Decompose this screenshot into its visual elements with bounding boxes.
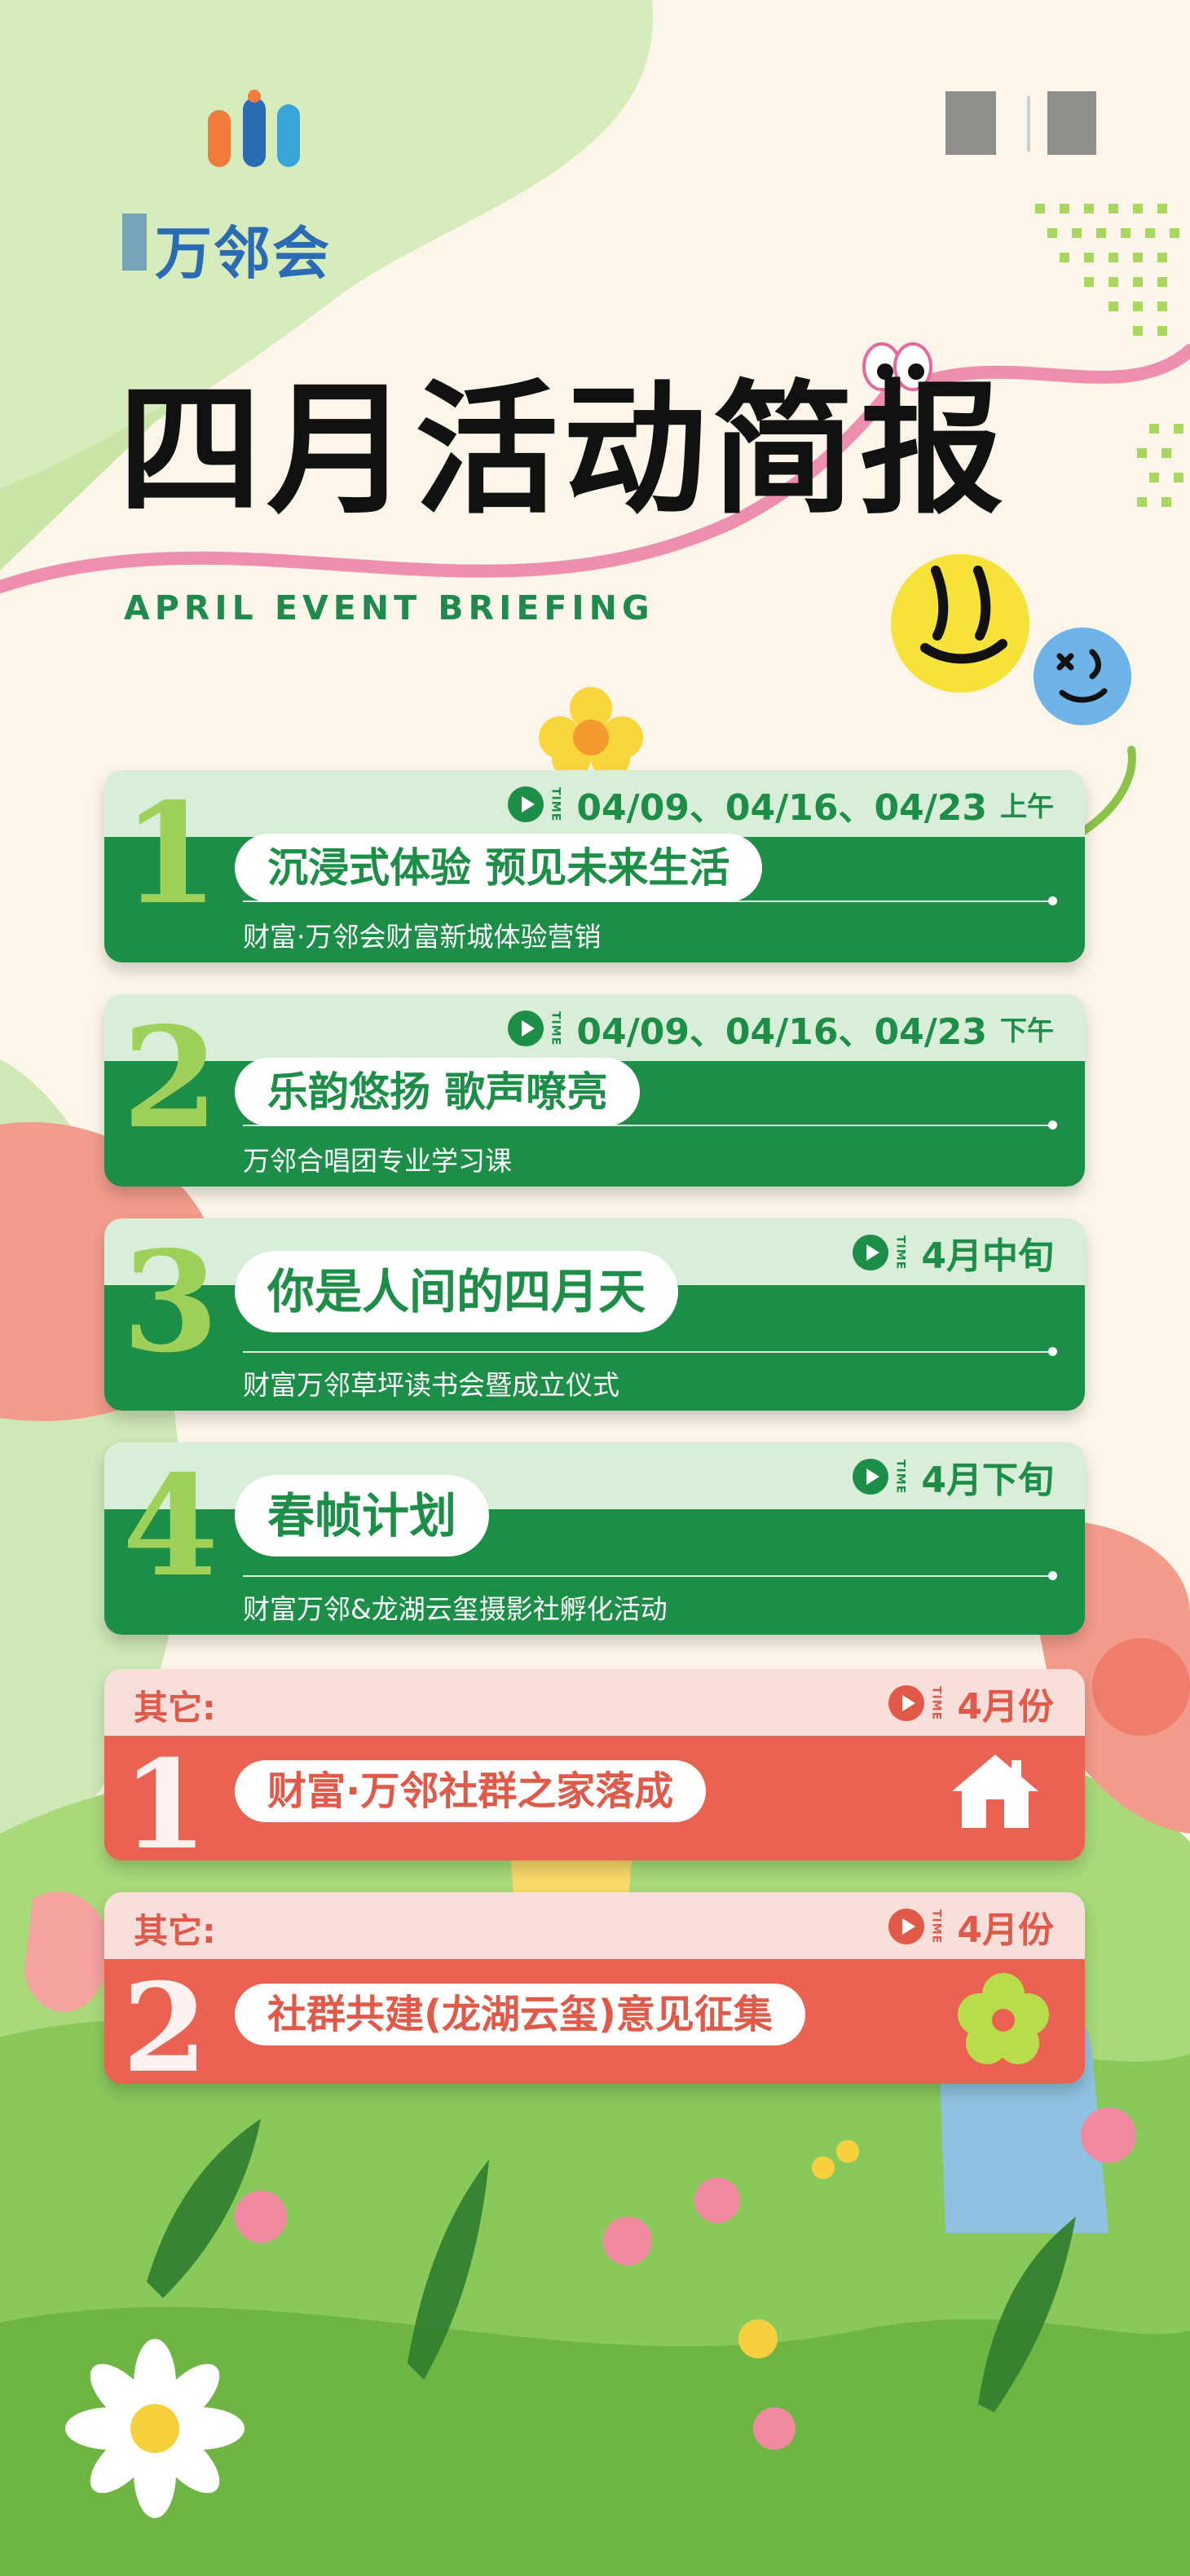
event-number: 1: [122, 1733, 208, 1860]
event-number: 1: [122, 773, 219, 936]
event-time: TIME 4月下旬: [853, 1452, 1054, 1501]
divider-line: [243, 896, 1057, 905]
event-description: 财富·万邻会财富新城体验营销: [243, 921, 602, 953]
event-dates: 4月份: [957, 1686, 1054, 1728]
play-icon: [853, 1459, 889, 1495]
other-card-2[interactable]: 其它: TIME 4月份 2 社群共建(龙湖云玺)意见征集: [104, 1892, 1085, 2084]
event-dates: 04/09、04/16、04/23: [576, 787, 987, 829]
play-icon: [853, 1235, 889, 1270]
event-card-3[interactable]: 3 TIME 4月中旬 你是人间的四月天 财富万邻草坪读书会暨成立仪式: [104, 1218, 1085, 1411]
event-dates: 4月份: [957, 1909, 1054, 1951]
other-card-1[interactable]: 其它: TIME 4月份 1 财富·万邻社群之家落成: [104, 1669, 1085, 1860]
event-dates: 4月中旬: [921, 1235, 1054, 1277]
page-subtitle: APRIL EVENT BRIEFING: [124, 588, 654, 627]
event-period: 下午: [1000, 1015, 1054, 1046]
play-icon: [888, 1685, 925, 1721]
event-description: 万邻合唱团专业学习课: [243, 1145, 512, 1177]
divider-line: [243, 1347, 1057, 1356]
event-time: TIME 4月份: [888, 1902, 1054, 1951]
time-tag: TIME: [929, 1909, 943, 1944]
event-number: 2: [122, 1957, 208, 2084]
event-time: TIME 04/09、04/16、04/23 下午: [508, 1004, 1054, 1053]
event-dates: 4月下旬: [921, 1460, 1054, 1501]
flower-icon: [958, 1973, 1049, 2064]
page-title: 四月活动简报: [118, 367, 1009, 534]
event-number: 3: [122, 1221, 219, 1384]
time-tag: TIME: [893, 1459, 907, 1495]
event-description: 财富万邻&龙湖云玺摄影社孵化活动: [243, 1593, 668, 1625]
other-label: 其它:: [134, 1688, 216, 1728]
divider-line: [243, 1571, 1057, 1580]
time-tag: TIME: [549, 1011, 562, 1046]
event-number: 2: [122, 997, 219, 1160]
time-tag: TIME: [893, 1235, 907, 1270]
event-card-1[interactable]: 1 TIME 04/09、04/16、04/23 上午 沉浸式体验 预见未来生活…: [104, 770, 1085, 962]
qr-code-secondary: [1047, 91, 1096, 155]
qr-code: [945, 91, 996, 155]
logo-mark-icon: [208, 90, 300, 167]
event-title: 沉浸式体验 预见未来生活: [235, 834, 763, 902]
event-time: TIME 4月份: [888, 1679, 1054, 1728]
event-period: 上午: [1000, 790, 1054, 822]
event-time: TIME 04/09、04/16、04/23 上午: [508, 780, 1054, 829]
qr-separator: [1027, 96, 1030, 152]
event-title: 你是人间的四月天: [235, 1251, 679, 1332]
event-card-2[interactable]: 2 TIME 04/09、04/16、04/23 下午 乐韵悠扬 歌声嘹亮 万邻…: [104, 994, 1085, 1187]
other-label: 其它:: [134, 1911, 216, 1951]
time-tag: TIME: [549, 786, 562, 822]
play-icon: [508, 1011, 544, 1046]
event-description: 财富万邻草坪读书会暨成立仪式: [243, 1369, 619, 1401]
event-time: TIME 4月中旬: [853, 1228, 1054, 1277]
play-icon: [888, 1909, 925, 1944]
logo-text: 万邻会: [155, 220, 331, 287]
event-title: 春帧计划: [235, 1475, 490, 1557]
divider-line: [243, 1121, 1057, 1129]
play-icon: [508, 786, 544, 822]
event-dates: 04/09、04/16、04/23: [576, 1011, 987, 1053]
house-icon: [952, 1755, 1038, 1828]
event-title: 财富·万邻社群之家落成: [235, 1760, 707, 1822]
event-number: 4: [122, 1445, 219, 1608]
event-title: 社群共建(龙湖云玺)意见征集: [235, 1984, 805, 2045]
time-tag: TIME: [929, 1685, 943, 1721]
logo-emblem: [122, 214, 147, 271]
event-card-4[interactable]: 4 TIME 4月下旬 春帧计划 财富万邻&龙湖云玺摄影社孵化活动: [104, 1442, 1085, 1635]
event-title: 乐韵悠扬 歌声嘹亮: [235, 1058, 641, 1126]
